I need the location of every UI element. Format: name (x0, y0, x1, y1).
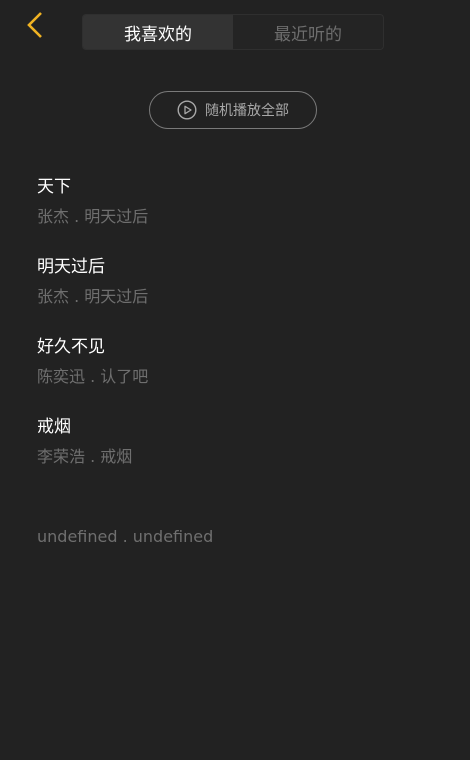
song-item[interactable]: 戒烟 李荣浩 . 戒烟 (37, 414, 437, 494)
song-item[interactable]: undefined . undefined (37, 494, 437, 574)
tab-recent[interactable]: 最近听的 (233, 15, 383, 49)
song-artist-album: 张杰 . 明天过后 (37, 207, 149, 226)
shuffle-play-all-button[interactable]: 随机播放全部 (149, 91, 317, 129)
song-title: 天下 (37, 177, 71, 197)
song-title: 明天过后 (37, 257, 105, 277)
chevron-left-icon (24, 10, 46, 44)
song-title (37, 494, 437, 520)
song-artist-album: undefined . undefined (37, 527, 214, 546)
back-button[interactable] (20, 10, 50, 44)
song-artist-album: 李荣浩 . 戒烟 (37, 447, 133, 466)
song-title: 好久不见 (37, 337, 105, 357)
play-circle-icon (177, 100, 197, 120)
song-artist-album: 张杰 . 明天过后 (37, 287, 149, 306)
song-artist-album: 陈奕迅 . 认了吧 (37, 367, 149, 386)
tab-favorites[interactable]: 我喜欢的 (83, 15, 233, 49)
song-title: 戒烟 (37, 417, 71, 437)
tab-switcher: 我喜欢的 最近听的 (82, 14, 384, 50)
shuffle-play-all-label: 随机播放全部 (205, 103, 289, 119)
song-item[interactable]: 明天过后 张杰 . 明天过后 (37, 254, 437, 334)
song-item[interactable]: 天下 张杰 . 明天过后 (37, 174, 437, 254)
song-list: 天下 张杰 . 明天过后 明天过后 张杰 . 明天过后 好久不见 陈奕迅 . 认… (37, 174, 437, 574)
song-item[interactable]: 好久不见 陈奕迅 . 认了吧 (37, 334, 437, 414)
favorites-screen: 我喜欢的 最近听的 随机播放全部 天下 张杰 . 明天过后 明天过后 张杰 . … (0, 0, 470, 760)
